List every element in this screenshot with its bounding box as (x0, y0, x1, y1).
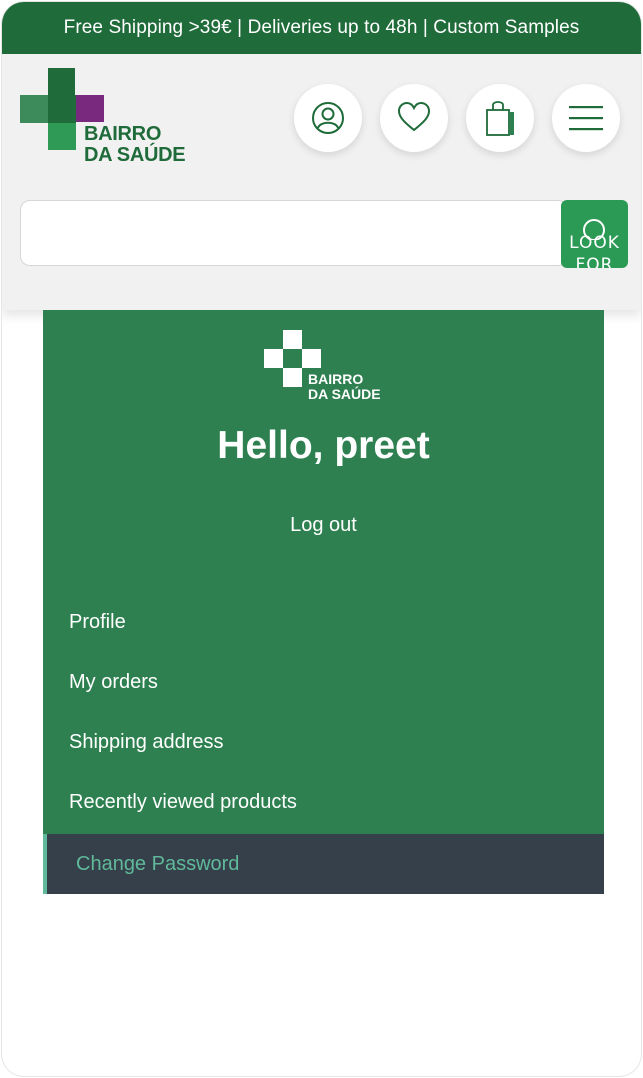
menu-button[interactable] (552, 84, 620, 152)
app-frame: Free Shipping >39€ | Deliveries up to 48… (2, 2, 641, 1076)
menu-item-recently-viewed[interactable]: Recently viewed products (43, 772, 604, 832)
brand-logo[interactable]: BAIRRO DA SAÚDE (20, 68, 200, 178)
account-button[interactable] (294, 84, 362, 152)
brand-line1: BAIRRO (84, 123, 162, 145)
account-panel: BAIRRO DA SAÚDE Hello, preet Log out Pro… (43, 310, 604, 894)
greeting-heading: Hello, preet (217, 424, 430, 467)
menu-item-shipping-address[interactable]: Shipping address (43, 712, 604, 772)
promo-text: Free Shipping >39€ | Deliveries up to 48… (63, 17, 580, 38)
heart-icon (397, 101, 431, 132)
user-icon (312, 102, 344, 134)
brand-line2: DA SAÚDE (84, 144, 186, 166)
search-input[interactable] (20, 200, 568, 266)
search-button[interactable]: LOOK FOR (561, 200, 628, 268)
menu-item-change-password[interactable]: Change Password (43, 834, 604, 894)
panel-brand-line1: BAIRRO (308, 371, 364, 387)
shopping-bag-icon (486, 101, 514, 136)
menu-item-my-orders[interactable]: My orders (43, 652, 604, 712)
hamburger-menu-icon (569, 106, 603, 131)
wishlist-button[interactable] (380, 84, 448, 152)
promo-topbar: Free Shipping >39€ | Deliveries up to 48… (2, 2, 641, 54)
search-button-label: LOOK FOR (569, 233, 620, 268)
brand-name: BAIRRO DA SAÚDE (84, 123, 186, 166)
menu-item-profile[interactable]: Profile (43, 592, 604, 652)
account-menu: Profile My orders Shipping address Recen… (43, 592, 604, 894)
cart-button[interactable] (466, 84, 534, 152)
panel-brand-logo: BAIRRO DA SAÚDE (264, 330, 386, 406)
panel-brand-name: BAIRRO DA SAÚDE (308, 372, 381, 402)
logout-link[interactable]: Log out (43, 514, 604, 537)
site-header: BAIRRO DA SAÚDE LOOK FOR (2, 54, 641, 310)
panel-brand-line2: DA SAÚDE (308, 386, 381, 402)
